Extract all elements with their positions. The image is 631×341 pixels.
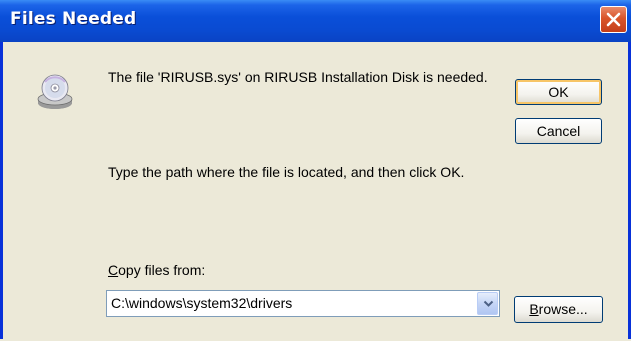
title-bar[interactable]: Files Needed [0,0,631,42]
ok-button[interactable]: OK [515,79,602,105]
copy-label-text: opy files from: [118,262,206,278]
chevron-down-icon [483,300,494,307]
browse-accelerator: B [529,301,539,317]
path-value[interactable]: C:\windows\system32\drivers [111,295,292,311]
browse-label-text: rowse... [538,301,588,317]
file-needed-message: The file 'RIRUSB.sys' on RIRUSB Installa… [108,69,488,85]
disk-icon [37,74,73,109]
instruction-message: Type the path where the file is located,… [108,164,465,180]
copy-files-from-combobox[interactable]: C:\windows\system32\drivers [106,290,500,317]
close-button[interactable] [600,6,627,33]
dropdown-button[interactable] [477,292,498,315]
close-icon [606,12,621,27]
browse-button[interactable]: Browse... [514,296,603,323]
cancel-button[interactable]: Cancel [515,118,602,144]
copy-label-accelerator: C [108,262,119,278]
window-title: Files Needed [10,9,137,29]
files-needed-dialog: Files Needed The file 'RIRUSB.sys' on RI… [0,0,631,341]
copy-files-from-label: Copy files from: [108,262,205,278]
